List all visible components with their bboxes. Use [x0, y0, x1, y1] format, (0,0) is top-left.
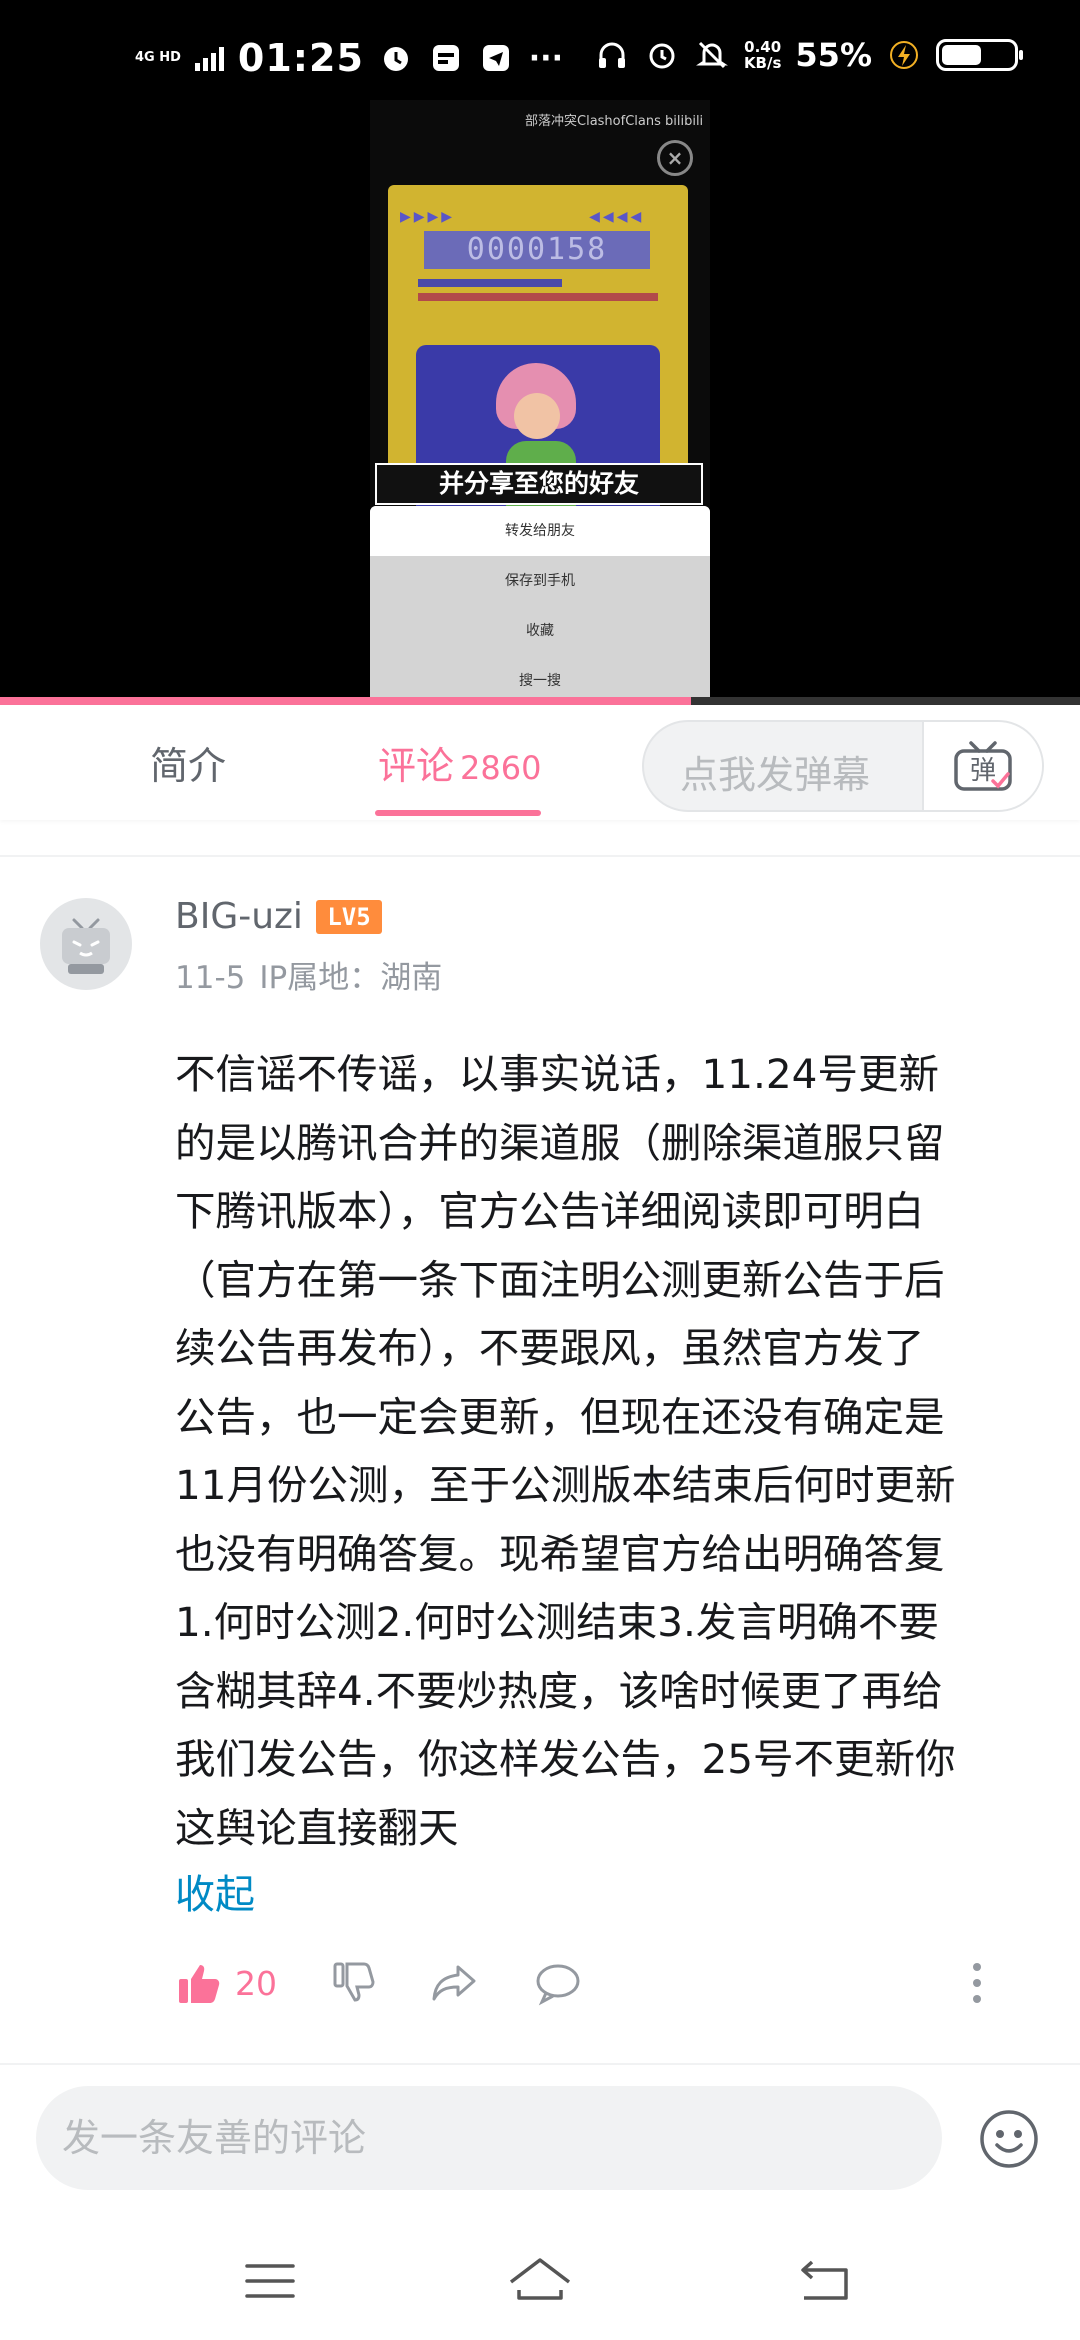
divider: [0, 2063, 1080, 2065]
comment-line: 不信谣不传谣，以事实说话，11.24号更新: [175, 1050, 939, 1098]
net-speed-value: 0.40: [744, 38, 782, 56]
more-button[interactable]: [970, 1955, 984, 2011]
danmaku-input[interactable]: 点我发弹幕 弹: [642, 720, 1044, 812]
comment-line: 这舆论直接翻天: [175, 1803, 459, 1852]
like-count: 20: [235, 1963, 277, 2003]
comment-line: 我们发公告，你这样发公告，25号不更新你: [175, 1735, 956, 1783]
comment-line: 公告，也一定会更新，但现在还没有确定是: [175, 1392, 945, 1441]
poster-text: [418, 279, 658, 319]
avatar[interactable]: [40, 898, 132, 990]
video-player[interactable]: 4G HD 01:25 ··· 0.40 KB/s 55% 部落冲突Clasho…: [0, 0, 1080, 705]
signal-icon: [194, 45, 224, 71]
video-poster: ▶▶▶▶ ◀◀◀◀ 0000158: [388, 185, 688, 515]
comment-line: 含糊其辞4.不要炒热度，该啥时候更了再给: [175, 1666, 943, 1715]
level-badge: LV5: [316, 900, 382, 934]
tab-comments[interactable]: 评论 2860: [378, 735, 541, 790]
emoji-icon: [980, 2110, 1038, 2168]
share-button[interactable]: [430, 1955, 480, 2011]
back-icon: [801, 2260, 848, 2300]
comment-date: 11-5: [175, 960, 246, 996]
network-indicator: 4G HD: [135, 50, 181, 66]
comment-line: （官方在第一条下面注明公测更新公告于后: [175, 1255, 945, 1304]
charging-icon: [886, 37, 922, 73]
telegram-icon: [478, 40, 514, 76]
divider: [0, 855, 1080, 857]
thumb-up-icon: [179, 1965, 220, 2003]
net-speed: 0.40 KB/s: [744, 39, 781, 71]
comment-line: 也没有明确答复。现希望官方给出明确答复: [175, 1529, 945, 1578]
video-subtitle: 并分享至您的好友: [375, 463, 703, 505]
poster-counter: 0000158: [424, 231, 650, 269]
comment-line: 下腾讯版本），官方公告详细阅读即可明白: [175, 1187, 925, 1235]
share-menu: 转发给朋友 保存到手机 收藏 搜一搜: [370, 506, 710, 705]
mute-icon: [694, 37, 730, 73]
headphones-icon: [594, 37, 630, 73]
comment-meta: 11-5 IP属地：湖南: [175, 952, 442, 997]
danmaku-toggle-button[interactable]: 弹: [922, 722, 1042, 810]
network-type: 4G HD: [135, 50, 181, 65]
collapse-link[interactable]: 收起: [175, 1862, 255, 1920]
back-button[interactable]: [790, 2246, 860, 2316]
tab-comments-count: 2860: [460, 749, 542, 787]
emoji-button[interactable]: [978, 2108, 1040, 2170]
active-tab-indicator: [375, 810, 541, 816]
share-menu-item: 转发给朋友: [370, 506, 710, 556]
tab-bar: 简介 评论 2860 点我发弹幕 弹: [0, 705, 1080, 820]
battery-percent: 55%: [795, 36, 872, 74]
system-nav-bar: [0, 2230, 1080, 2340]
alarm-icon: [378, 40, 414, 76]
reply-icon: [536, 1964, 580, 2006]
more-notifications-icon: ···: [528, 40, 563, 76]
home-button[interactable]: [505, 2246, 575, 2316]
like-button[interactable]: 20: [175, 1955, 277, 2011]
alarm-icon: [644, 37, 680, 73]
tab-comments-label: 评论: [378, 744, 455, 788]
clock: 01:25: [237, 36, 364, 80]
comment-line: 的是以腾讯合并的渠道服（删除渠道服只留: [175, 1118, 945, 1167]
share-icon: [432, 1965, 476, 2001]
reply-button[interactable]: [533, 1955, 583, 2011]
comment-input[interactable]: [36, 2086, 942, 2190]
sim-icon: [428, 40, 464, 76]
share-menu-item: 收藏: [526, 623, 554, 639]
dislike-button[interactable]: [330, 1955, 378, 2011]
comment-actions: 20: [175, 1955, 995, 2011]
thumb-down-icon: [333, 1962, 375, 2002]
default-avatar-icon: [62, 918, 110, 974]
menu-icon: [245, 2264, 295, 2298]
video-progress-bar[interactable]: [0, 697, 1080, 705]
more-icon: [973, 1963, 981, 2003]
comment-text: 不信谣不传谣，以事实说话，11.24号更新 的是以腾讯合并的渠道服（删除渠道服只…: [175, 1040, 1045, 1862]
close-icon: ×: [657, 140, 693, 176]
video-watermark: 部落冲突ClashofClans bilibili: [525, 114, 704, 129]
comment-line: 1.何时公测2.何时公测结束3.发言明确不要: [175, 1598, 939, 1646]
tab-intro[interactable]: 简介: [150, 735, 226, 790]
share-menu-item: 保存到手机: [505, 573, 575, 589]
comment-ip-location: IP属地：湖南: [259, 960, 443, 996]
comment-line: 续公告再发布），不要跟风，虽然官方发了: [175, 1324, 925, 1372]
comment-username[interactable]: BIG-uzi: [175, 896, 303, 937]
battery-icon: [936, 39, 1023, 71]
menu-button[interactable]: [235, 2246, 305, 2316]
net-speed-unit: KB/s: [743, 54, 782, 72]
home-icon: [509, 2258, 571, 2300]
tv-danmaku-icon: 弹: [954, 741, 1012, 791]
arrow-decoration: ▶▶▶▶ ◀◀◀◀: [400, 209, 645, 225]
comment-line: 11月份公测，至于公测版本结束后何时更新: [175, 1461, 956, 1509]
danmaku-placeholder: 点我发弹幕: [680, 753, 871, 797]
